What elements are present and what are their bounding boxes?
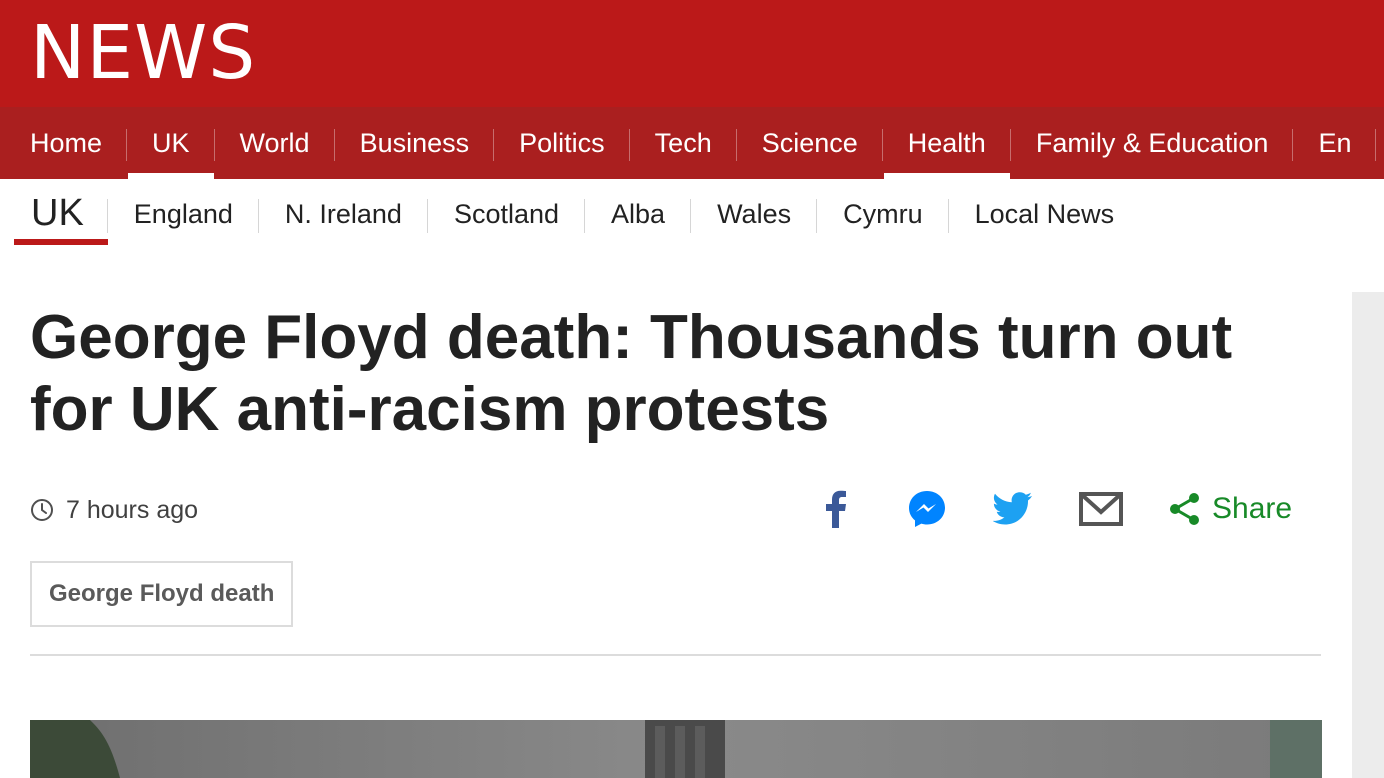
messenger-icon[interactable]	[902, 484, 952, 534]
subnav-item-alba[interactable]: Alba	[585, 179, 692, 249]
nav-item-entertainment[interactable]: En	[1293, 107, 1377, 179]
article-headline: George Floyd death: Thousands turn out fo…	[30, 302, 1330, 446]
email-icon[interactable]	[1076, 484, 1126, 534]
subnav-item-cymru[interactable]: Cymru	[817, 179, 949, 249]
subnav-item-n-ireland[interactable]: N. Ireland	[259, 179, 429, 249]
nav-item-politics[interactable]: Politics	[494, 107, 630, 179]
subnav-item-scotland[interactable]: Scotland	[428, 179, 586, 249]
nav-item-science[interactable]: Science	[737, 107, 883, 179]
nav-item-uk[interactable]: UK	[127, 107, 215, 179]
nav-item-world[interactable]: World	[215, 107, 335, 179]
nav-item-tech[interactable]: Tech	[630, 107, 737, 179]
nav-item-home[interactable]: Home	[0, 107, 128, 179]
news-logo[interactable]: NEWS	[30, 10, 256, 96]
share-button[interactable]: Share	[1168, 486, 1292, 532]
nav-item-health[interactable]: Health	[883, 107, 1011, 179]
headline-line-2: for UK anti-racism protests	[30, 375, 830, 444]
subnav-item-local-news[interactable]: Local News	[949, 179, 1141, 249]
sidebar-panel	[1352, 292, 1384, 778]
masthead: NEWS	[0, 0, 1384, 107]
facebook-icon[interactable]	[811, 484, 861, 534]
secondary-nav: UK England N. Ireland Scotland Alba Wale…	[0, 179, 1384, 251]
subnav-item-wales[interactable]: Wales	[691, 179, 818, 249]
twitter-icon[interactable]	[988, 484, 1038, 534]
nav-item-family-education[interactable]: Family & Education	[1011, 107, 1294, 179]
headline-line-1: George Floyd death: Thousands turn out	[30, 303, 1233, 372]
subnav-section-uk[interactable]: UK	[0, 179, 108, 247]
nav-item-business[interactable]: Business	[335, 107, 495, 179]
hero-image	[30, 720, 1322, 778]
subnav-item-england[interactable]: England	[108, 179, 259, 249]
primary-nav: Home UK World Business Politics Tech Sci…	[0, 107, 1384, 179]
divider	[30, 654, 1321, 656]
article-timestamp: 7 hours ago	[66, 495, 199, 524]
share-label: Share	[1212, 492, 1293, 525]
article-meta: 7 hours ago	[30, 490, 198, 530]
topic-tag[interactable]: George Floyd death	[30, 561, 294, 627]
share-icon	[1170, 493, 1199, 525]
clock-icon	[31, 499, 53, 521]
